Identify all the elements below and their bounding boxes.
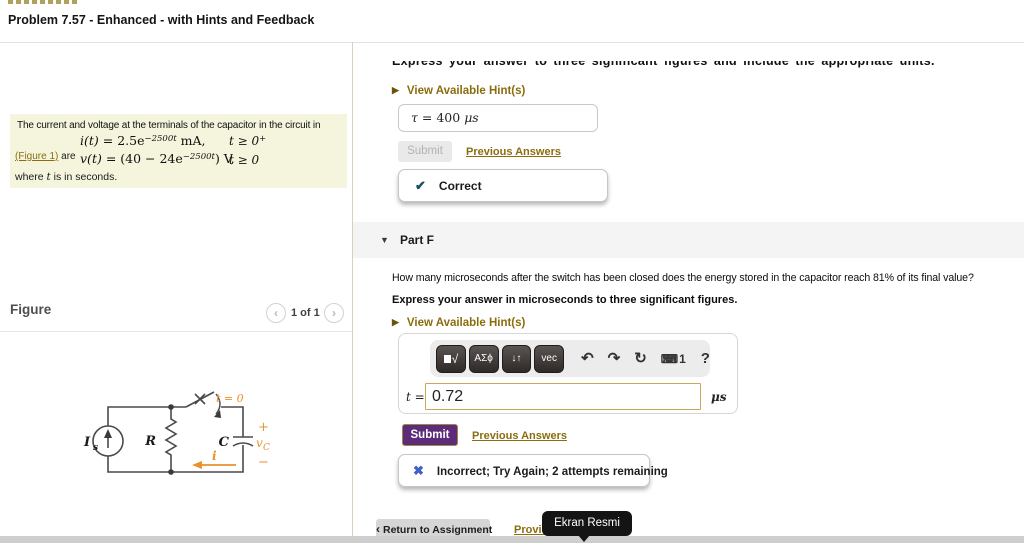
answer-variable-label: t =	[406, 390, 425, 404]
screenshot-tooltip: Ekran Resmi	[542, 511, 632, 536]
circuit-accent-labels: t = 0 + v C − i	[212, 392, 270, 470]
circuit-diagram: I s R C t = 0 + v C − i	[66, 377, 301, 502]
view-hints-part-f[interactable]: ▶View Available Hint(s)	[392, 317, 525, 329]
capacitor-label: C	[219, 435, 230, 450]
collapse-arrow-icon: ▼	[380, 235, 389, 245]
incorrect-feedback-box: ✖Incorrect; Try Again; 2 attempts remain…	[398, 454, 650, 487]
tooltip-pointer	[578, 535, 590, 542]
keyboard-icon[interactable]: ⌨1	[661, 353, 687, 365]
answer-module: √ ΑΣϕ ↓↑ vec ↶ ↷ ↻ ⌨1 ? t = μs	[398, 333, 738, 414]
submit-button-part-e: Submit	[398, 141, 452, 162]
hint-arrow-icon: ▶	[392, 85, 399, 95]
source-label: I	[83, 435, 91, 450]
current-label: i	[212, 449, 217, 463]
part-f-header[interactable]: ▼ Part F	[353, 222, 1024, 258]
help-icon[interactable]: ?	[701, 351, 710, 366]
switch-time-label: t = 0	[216, 392, 244, 405]
template-square-icon	[444, 355, 451, 363]
answer-input[interactable]	[425, 383, 701, 410]
clipped-instruction: Express your answer to three significant…	[392, 61, 1020, 71]
condition-current: t ≥ 0+	[229, 134, 266, 148]
problem-statement: The current and voltage at the terminals…	[10, 114, 347, 188]
redo-icon[interactable]: ↷	[608, 351, 621, 366]
panel-divider	[352, 42, 353, 536]
voltage-label-sub: C	[263, 443, 270, 453]
reset-icon[interactable]: ↻	[634, 351, 647, 366]
part-f-instruction: Express your answer in microseconds to t…	[392, 294, 737, 306]
condition-voltage: t ≥ 0	[229, 153, 259, 167]
equation-toolbar: √ ΑΣϕ ↓↑ vec ↶ ↷ ↻ ⌨1 ?	[430, 340, 710, 377]
back-chevron-icon: ‹	[376, 522, 380, 536]
plus-label: +	[258, 420, 269, 435]
problem-page: Problem 7.57 - Enhanced - with Hints and…	[0, 0, 1024, 543]
radical-icon: √	[452, 352, 459, 366]
correct-feedback-box: ✔Correct	[398, 169, 608, 202]
answer-display-part-e: τ = 400 μs	[398, 104, 598, 132]
equation-current: i(t) = 2.5e−2500t mA,	[80, 133, 205, 148]
vector-button[interactable]: vec	[534, 345, 564, 373]
source-label-sub: s	[93, 443, 98, 453]
problem-outro: where t is in seconds.	[15, 171, 117, 183]
part-f-question: How many microseconds after the switch h…	[392, 272, 1024, 284]
sub-superscript-button[interactable]: ↓↑	[502, 345, 532, 373]
switch-cross	[195, 394, 205, 404]
undo-icon[interactable]: ↶	[581, 351, 594, 366]
clipped-link-remnant	[8, 0, 78, 4]
header-divider	[0, 42, 1024, 43]
window-bottom-strip	[0, 536, 1024, 543]
hint-arrow-icon: ▶	[392, 317, 399, 327]
problem-intro: The current and voltage at the terminals…	[17, 120, 320, 131]
checkmark-icon: ✔	[415, 178, 426, 193]
previous-answers-link-part-f[interactable]: Previous Answers	[472, 430, 567, 442]
figure-heading: Figure	[10, 302, 51, 317]
figure-next-button[interactable]: ›	[324, 303, 344, 323]
part-f-title: Part F	[400, 222, 434, 258]
previous-answers-link-part-e[interactable]: Previous Answers	[466, 146, 561, 158]
view-hints-part-e[interactable]: ▶View Available Hint(s)	[392, 85, 525, 97]
greek-symbols-button[interactable]: ΑΣϕ	[469, 345, 499, 373]
figure-link[interactable]: (Figure 1)	[15, 151, 58, 162]
submit-button-part-f[interactable]: Submit	[402, 424, 458, 446]
math-templates-button[interactable]: √	[436, 345, 466, 373]
resistor-label: R	[144, 434, 156, 449]
figure-divider	[0, 331, 352, 332]
figure-prev-button[interactable]: ‹	[266, 303, 286, 323]
x-icon: ✖	[413, 463, 424, 478]
minus-label: −	[258, 455, 269, 470]
equation-voltage: v(t) = (40 − 24e−2500t) V,	[80, 151, 235, 166]
figure-pagination: 1 of 1	[291, 307, 320, 319]
page-title: Problem 7.57 - Enhanced - with Hints and…	[8, 13, 314, 27]
answer-unit-label: μs	[711, 390, 727, 404]
source-arrowhead	[104, 429, 112, 438]
figure-reference: (Figure 1) are	[15, 151, 76, 162]
resistor	[166, 407, 176, 472]
voltage-label: v	[256, 436, 263, 450]
